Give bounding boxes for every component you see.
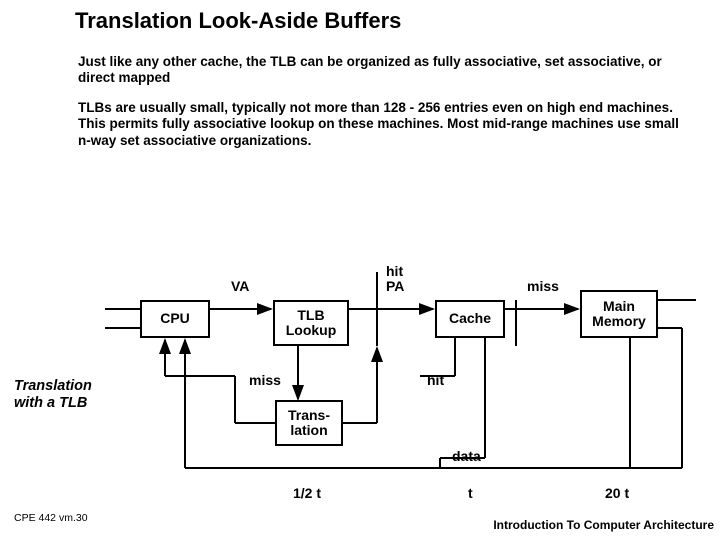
footer-right: Introduction To Computer Architecture [493,518,714,532]
diagram-lines [0,0,720,540]
tlb-diagram: CPU TLBLookup Cache MainMemory Trans-lat… [0,0,720,540]
footer-left: CPE 442 vm.30 [14,512,88,524]
